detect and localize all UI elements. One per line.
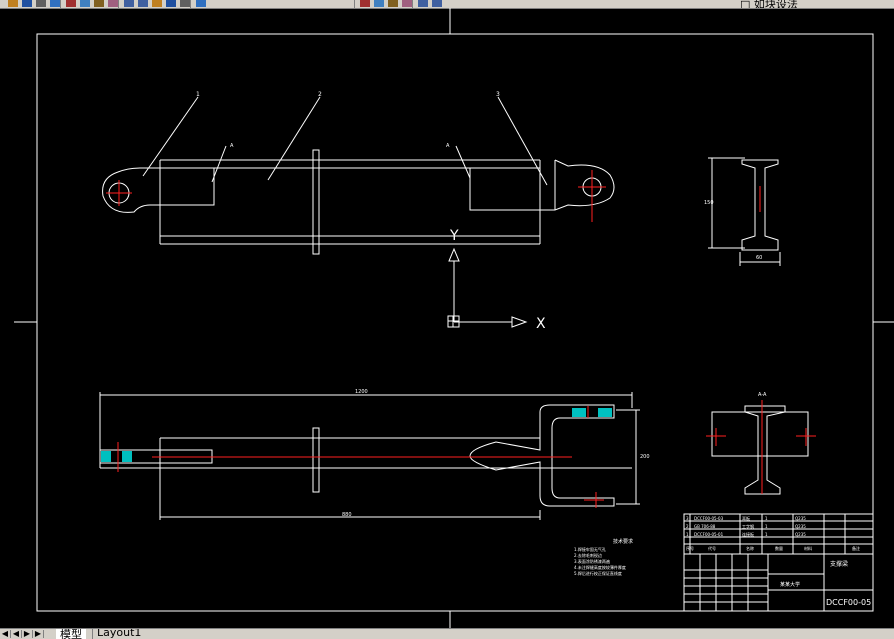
pan-icon[interactable] [152, 0, 162, 7]
open-icon[interactable] [8, 0, 18, 7]
part-code: DCCF00-05-03 [694, 516, 724, 521]
layout-tab-bar: ◀ ◀ ▶ ▶ 模型 Layout1 [0, 628, 894, 639]
company-name: 某某大学 [780, 581, 800, 588]
toolbar-separator [118, 0, 119, 8]
front-view [102, 149, 615, 255]
tab-model[interactable]: 模型 [56, 629, 86, 639]
redo-icon[interactable] [138, 0, 148, 7]
print-icon[interactable] [36, 0, 46, 7]
section-hatch [101, 408, 612, 462]
part-no: 3 [686, 516, 689, 521]
layer-icon[interactable] [418, 0, 428, 7]
ucs-icon [447, 247, 528, 328]
section-label: A-A [758, 392, 767, 398]
cut-icon[interactable] [66, 0, 76, 7]
part-name: 工字钢 [742, 523, 754, 529]
layer-state-icon[interactable] [432, 0, 442, 7]
toolbar-separator [60, 0, 61, 8]
note-line: 1.焊接牢固无气孔 [574, 546, 606, 552]
part-no: 1 [686, 532, 689, 537]
tag-a: A [230, 143, 234, 149]
leader-lines [142, 96, 548, 186]
dim-side-height: 150 [704, 200, 714, 206]
part-name: 连接板 [742, 531, 754, 537]
header-cell: 代号 [708, 545, 716, 551]
drawing-name: 支撑梁 [830, 560, 848, 568]
part-code: GB 706-88 [694, 524, 716, 529]
tab-next-icon[interactable]: ▶ [22, 630, 33, 638]
section-view [711, 405, 809, 495]
header-cell: 材料 [804, 545, 812, 551]
dim-side-width: 60 [756, 255, 762, 261]
part-name: 耳板 [742, 515, 750, 521]
copy-icon[interactable] [80, 0, 90, 7]
note-line: 3.表面涂防锈漆两遍 [574, 558, 610, 564]
side-view [708, 157, 781, 266]
dim-top-length: 1200 [355, 389, 368, 395]
undo-icon[interactable] [124, 0, 134, 7]
toolbar-separator [354, 0, 355, 8]
notes-title: 技术要求 [613, 538, 633, 545]
drawing-canvas[interactable]: 1 2 3 A A A-A Y X 1200 880 200 60 150 技术… [0, 8, 894, 628]
ucs-x-label: X [536, 316, 546, 332]
ucs-y-label: Y [449, 228, 459, 244]
table-icon[interactable] [374, 0, 384, 7]
part-material: Q235 [795, 524, 806, 529]
preview-icon[interactable] [50, 0, 60, 7]
note-line: 2.去除毛刺锐边 [574, 552, 602, 558]
part-qty: 1 [765, 532, 768, 537]
dim-right-height: 200 [640, 454, 650, 460]
part-material: Q235 [795, 516, 806, 521]
zoom-previous-icon[interactable] [196, 0, 206, 7]
save-icon[interactable] [22, 0, 32, 7]
header-cell: 序号 [686, 545, 694, 551]
note-line: 5.焊后进行校正保证直线度 [574, 570, 622, 576]
part-material: Q235 [795, 532, 806, 537]
toolbar-separator [190, 0, 191, 8]
match-icon[interactable] [108, 0, 118, 7]
paste-icon[interactable] [94, 0, 104, 7]
dim-bottom-length: 880 [342, 512, 352, 518]
zoom-realtime-icon[interactable] [166, 0, 176, 7]
header-cell: 数量 [775, 545, 783, 551]
leader-label-2: 2 [318, 91, 322, 98]
leader-label-3: 3 [496, 91, 500, 98]
part-qty: 1 [765, 516, 768, 521]
leader-label-1: 1 [196, 91, 200, 98]
part-no: 2 [686, 524, 689, 529]
top-view [99, 392, 640, 520]
header-cell: 备注 [852, 545, 860, 551]
part-code: DCCF00-05-01 [694, 532, 724, 537]
tab-prev-icon[interactable]: ◀ [11, 630, 22, 638]
tab-last-icon[interactable]: ▶ [33, 630, 44, 638]
tab-layout1[interactable]: Layout1 [92, 629, 145, 639]
centerlines [106, 170, 816, 508]
tag-b: A [446, 143, 450, 149]
text-icon[interactable] [360, 0, 370, 7]
zoom-window-icon[interactable] [180, 0, 190, 7]
tab-first-icon[interactable]: ◀ [0, 630, 11, 638]
design-center-icon[interactable] [402, 0, 412, 7]
toolbar-separator [412, 0, 413, 8]
drawing-number: DCCF00-05 [826, 598, 871, 607]
part-qty: 1 [765, 524, 768, 529]
note-line: 4.未注焊缝高度按较薄件厚度 [574, 564, 626, 570]
header-cell: 名称 [746, 545, 754, 551]
properties-icon[interactable] [388, 0, 398, 7]
